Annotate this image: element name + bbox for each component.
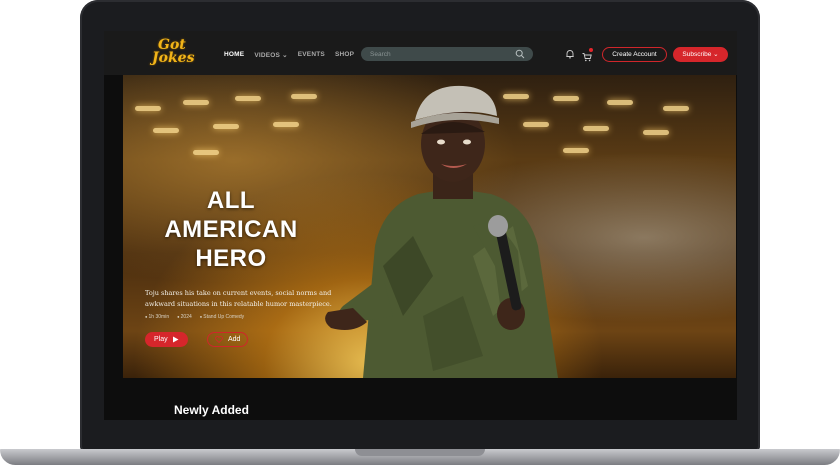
- hero-title: ALL AMERICAN HERO: [141, 186, 321, 273]
- main-nav: HOME VIDEOS ⌄ EVENTS SHOP: [224, 51, 354, 59]
- top-header: Got Jokes HOME VIDEOS ⌄ EVENTS SHOP Sear…: [104, 31, 737, 75]
- bell-icon[interactable]: [565, 49, 575, 59]
- comedian-image: [325, 85, 558, 378]
- meta-year: 2024: [177, 314, 192, 320]
- nav-shop[interactable]: SHOP: [335, 51, 354, 59]
- hero-title-line1: ALL: [206, 187, 256, 214]
- search-input[interactable]: [370, 49, 510, 59]
- nav-videos[interactable]: VIDEOS ⌄: [254, 51, 287, 59]
- hero-meta: 1h 30min 2024 Stand Up Comedy: [145, 314, 245, 320]
- play-button[interactable]: Play: [145, 332, 188, 347]
- newly-added-heading: Newly Added: [174, 403, 249, 417]
- subscribe-button[interactable]: Subscribe ⌄: [673, 47, 728, 62]
- search-icon[interactable]: [515, 49, 525, 59]
- nav-home[interactable]: HOME: [224, 51, 244, 59]
- cart-icon: [582, 53, 592, 62]
- hero-description: Toju shares his take on current events, …: [145, 289, 332, 308]
- meta-duration: 1h 30min: [145, 314, 170, 320]
- hero-title-line2: AMERICAN: [164, 216, 298, 243]
- meta-genre: Stand Up Comedy: [200, 314, 244, 320]
- hero-title-line3: HERO: [195, 245, 267, 272]
- cart-button[interactable]: [582, 48, 593, 62]
- logo-line2: Jokes: [152, 50, 195, 66]
- add-button[interactable]: Add: [207, 332, 248, 347]
- nav-events[interactable]: EVENTS: [298, 51, 325, 59]
- cart-badge: [589, 48, 593, 52]
- create-account-button[interactable]: Create Account: [602, 47, 667, 62]
- app-screen: Got Jokes HOME VIDEOS ⌄ EVENTS SHOP Sear…: [104, 31, 737, 420]
- heart-icon: [215, 336, 223, 343]
- hero-banner: ALL AMERICAN HERO Toju shares his take o…: [123, 66, 736, 378]
- brand-logo[interactable]: Got Jokes: [152, 38, 204, 69]
- play-icon: [173, 336, 179, 343]
- play-label: Play: [154, 336, 168, 343]
- laptop-notch: [355, 449, 485, 456]
- add-label: Add: [228, 336, 241, 343]
- search-bar: [361, 47, 533, 61]
